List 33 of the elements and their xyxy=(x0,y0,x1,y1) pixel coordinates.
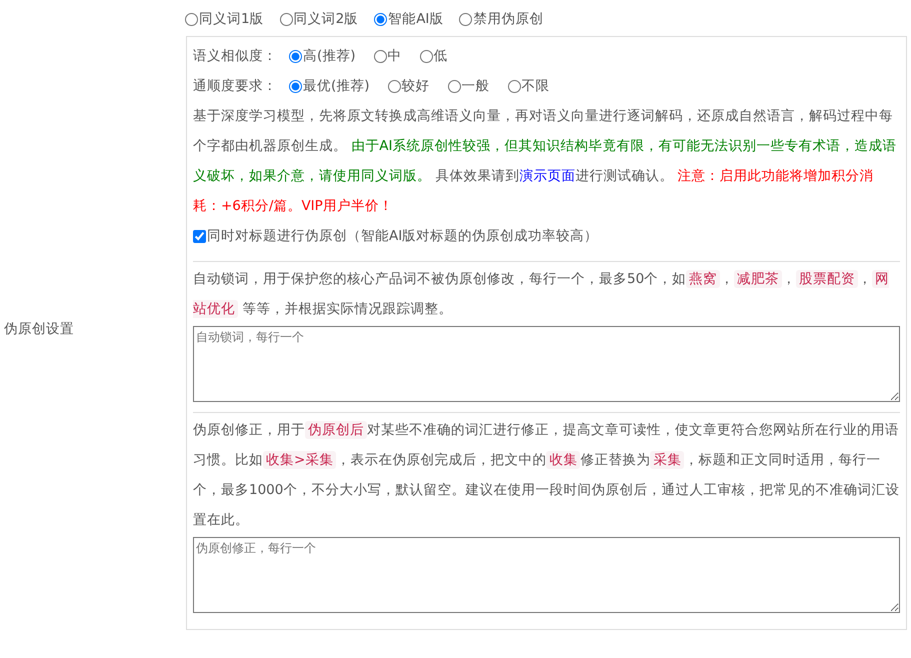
section-label: 伪原创设置 xyxy=(4,320,74,338)
radio-option[interactable]: 禁用伪原创 xyxy=(459,10,544,28)
radio-button[interactable] xyxy=(388,80,401,92)
radio-option[interactable]: 不限 xyxy=(508,77,550,95)
checkbox[interactable] xyxy=(193,230,206,242)
radio-option[interactable]: 低 xyxy=(420,47,448,65)
radio-option[interactable]: 最优(推荐) xyxy=(289,77,370,95)
radio-button[interactable] xyxy=(280,12,293,26)
radio-button[interactable] xyxy=(508,80,521,92)
checkbox-option[interactable]: 同时对标题进行伪原创（智能AI版对标题的伪原创成功率较高） xyxy=(193,221,900,251)
radio-option[interactable]: 较好 xyxy=(388,77,430,95)
input-field[interactable]: 自动锁词，每行一个 xyxy=(193,326,900,402)
field-label: 语义相似度： xyxy=(193,47,277,65)
radio-button[interactable] xyxy=(448,80,461,92)
field-label: 通顺度要求： xyxy=(193,77,277,95)
radio-button[interactable] xyxy=(374,12,388,26)
radio-button[interactable] xyxy=(459,12,472,26)
radio-option[interactable]: 同义词2版 xyxy=(280,10,358,28)
radio-option[interactable]: 中 xyxy=(374,47,402,65)
demo-page-link[interactable]: 演示页面 xyxy=(519,168,576,184)
radio-button[interactable] xyxy=(185,12,198,26)
description-text: 伪原创修正，用于 伪原创后 对某些不准确的词汇进行修正，提高文章可读性，使文章更符合您网站所在行业的用语习惯。比如 收集>采集 ，表示在伪原创完成后，把文中的 收集 修正替换为 采集 ，标题和正文同时适用，每行一个，最多1000个，不分大小写，默认留空。建议在使用一段时间伪原创后，通过人工审核，把常见的不准确词汇设置在此。 xyxy=(193,420,900,530)
input-field[interactable]: 伪原创修正，每行一个 xyxy=(193,537,900,613)
radio-button[interactable] xyxy=(420,50,433,62)
radio-option[interactable]: 智能AI版 xyxy=(374,10,444,28)
radio-option[interactable]: 高(推荐) xyxy=(289,47,356,65)
radio-button[interactable] xyxy=(289,50,302,62)
description-text: 基于深度学习模型，先将原文转换成高维语义向量，再对语义向量进行逐词解码，还原成自然语言，解码过程中每个字都由机器原创生成。 由于AI系统原创性较强，但其知识结构毕竟有限，有可能无法识别一些专有术语，造成语义破坏，如果介意，请使用同义词版。 具体效果请到演示页面进行测试确认。 注意：启用此功能将增加积分消耗：+6积分/篇。VIP用户半价！ xyxy=(193,107,898,216)
radio-option[interactable]: 同义词1版 xyxy=(185,10,264,28)
description-text: 自动锁词，用于保护您的核心产品词不被伪原创修改，每行一个，最多50个，如 燕窝 ， 减肥茶 ， 股票配资 ， 网站优化 等等，并根据实际情况跟踪调整。 xyxy=(193,269,890,320)
radio-button[interactable] xyxy=(374,50,387,62)
radio-option[interactable]: 一般 xyxy=(448,77,490,95)
radio-button[interactable] xyxy=(289,80,302,92)
